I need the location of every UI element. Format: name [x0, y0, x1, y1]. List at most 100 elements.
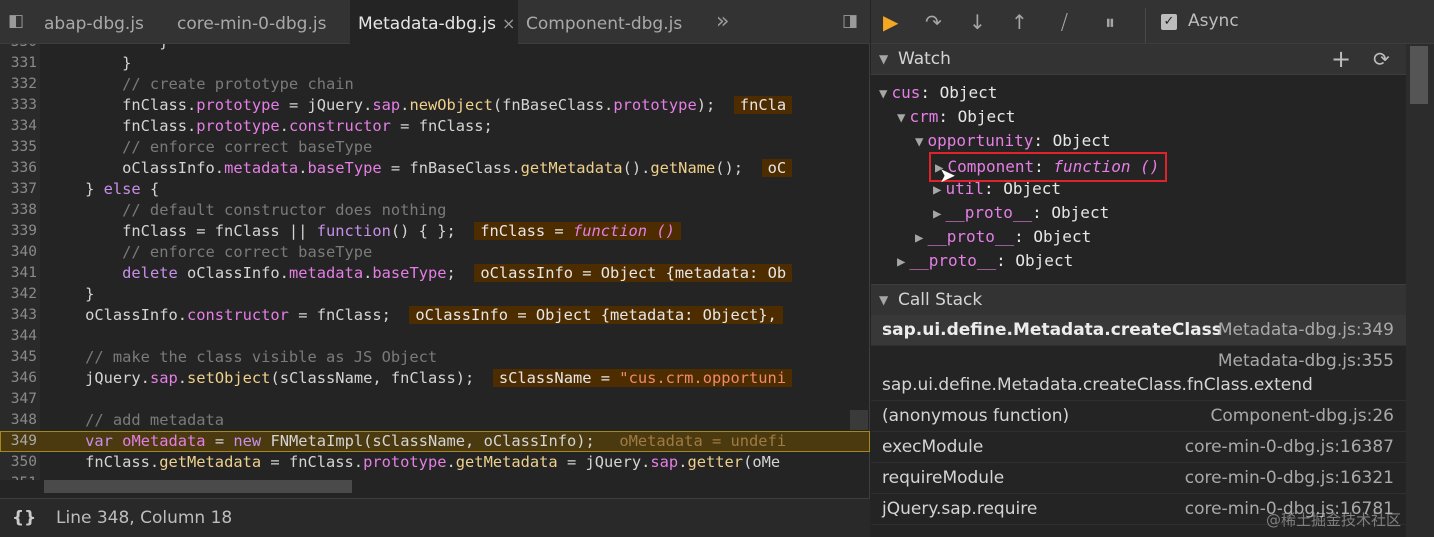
collapse-icon: ▼: [879, 52, 889, 66]
tab-metadata-dbg[interactable]: Metadata-dbg.js ×: [350, 0, 518, 44]
status-bar: {} Line 348, Column 18: [0, 498, 870, 537]
collapse-icon: ▼: [879, 293, 889, 307]
toggle-debugger-icon[interactable]: ◨: [842, 11, 858, 31]
call-frame[interactable]: requireModule core-min-0-dbg.js:16321: [871, 463, 1406, 494]
watch-item-proto[interactable]: ▶ __proto__: Object: [933, 201, 1109, 225]
line-number[interactable]: 351: [0, 473, 40, 480]
code-comment: // make the class visible as JS Object: [48, 348, 438, 366]
line-number[interactable]: 341: [0, 263, 40, 284]
line-number[interactable]: 333: [0, 95, 40, 116]
pretty-print-icon[interactable]: {}: [12, 499, 36, 537]
collapsed-icon: ▶: [915, 230, 924, 246]
collapsed-icon: ▶: [897, 254, 906, 270]
code-comment: // create prototype chain: [48, 75, 354, 93]
line-number[interactable]: 345: [0, 347, 40, 368]
code-line: 331 }: [0, 53, 870, 74]
horizontal-scrollbar[interactable]: [44, 480, 352, 493]
line-number[interactable]: 334: [0, 116, 40, 137]
code-line: 340 // enforce correct baseType: [0, 242, 870, 263]
vertical-scrollbar[interactable]: [1406, 44, 1434, 537]
collapsed-icon: ▶: [933, 206, 942, 222]
call-frame-active[interactable]: sap.ui.define.Metadata.createClass Metad…: [871, 315, 1406, 346]
frame-location[interactable]: Metadata-dbg.js:349: [1218, 315, 1394, 346]
code-line: 343 oClassInfo.constructor = fnClass; oC…: [0, 305, 870, 326]
watch-item-proto[interactable]: ▶ __proto__: Object: [915, 225, 1091, 249]
step-over-icon[interactable]: ↷: [925, 10, 942, 34]
code-comment: // add metadata: [48, 411, 225, 429]
call-frame[interactable]: (anonymous function) Component-dbg.js:26: [871, 401, 1406, 432]
tab-label: abap-dbg.js: [44, 14, 144, 34]
code-text: } else {: [48, 180, 160, 198]
code-line: 351: [0, 473, 870, 480]
source-editor-pane: ◧ abap-dbg.js core-min-0-dbg.js Metadata…: [0, 0, 870, 537]
line-number[interactable]: 343: [0, 305, 40, 326]
code-line: 339 fnClass = fnClass || function() { };…: [0, 221, 870, 242]
inline-value: oClassInfo = Object {metadata: Object},: [409, 306, 783, 324]
toggle-navigator-icon[interactable]: ◧: [8, 11, 24, 31]
frame-location[interactable]: core-min-0-dbg.js:16387: [1185, 432, 1394, 463]
line-number[interactable]: 332: [0, 74, 40, 95]
line-number[interactable]: 338: [0, 200, 40, 221]
watch-section-header[interactable]: ▼ Watch + ⟳: [871, 43, 1406, 75]
resume-icon[interactable]: ▶︎: [883, 10, 898, 34]
editor-tab-bar: ◧ abap-dbg.js core-min-0-dbg.js Metadata…: [0, 0, 870, 44]
code-text: }: [48, 54, 132, 72]
line-number[interactable]: 346: [0, 368, 40, 389]
line-number[interactable]: 337: [0, 179, 40, 200]
code-comment: // enforce correct baseType: [48, 243, 373, 261]
tab-abap-dbg[interactable]: abap-dbg.js: [44, 0, 144, 44]
more-tabs-icon[interactable]: »: [716, 9, 729, 34]
expanded-icon: ▼: [915, 134, 924, 150]
code-line: 338 // default constructor does nothing: [0, 200, 870, 221]
step-out-icon[interactable]: ↑: [1011, 10, 1028, 34]
watch-item-util[interactable]: ▶ util: Object: [933, 177, 1061, 201]
scroll-corner: [850, 410, 868, 430]
frame-location[interactable]: core-min-0-dbg.js:16321: [1185, 463, 1394, 494]
refresh-icon[interactable]: ⟳: [1373, 44, 1390, 74]
line-number[interactable]: 335: [0, 137, 40, 158]
line-number[interactable]: 347: [0, 389, 40, 410]
add-watch-icon[interactable]: +: [1331, 44, 1351, 74]
line-number[interactable]: 342: [0, 284, 40, 305]
step-into-icon[interactable]: ↓: [969, 10, 986, 34]
line-number[interactable]: 350: [0, 452, 40, 473]
tab-core-min-0-dbg[interactable]: core-min-0-dbg.js: [177, 0, 326, 44]
watch-item-crm[interactable]: ▼ crm: Object: [897, 105, 1015, 129]
code-line: 332 // create prototype chain: [0, 74, 870, 95]
watch-title: Watch: [898, 49, 951, 69]
watch-item-proto[interactable]: ▶ __proto__: Object: [897, 249, 1073, 273]
code-line: 342 }: [0, 284, 870, 305]
expanded-icon: ▼: [897, 110, 906, 126]
inline-value: fnClass = function (): [474, 222, 681, 240]
line-number[interactable]: 330: [0, 44, 40, 53]
code-line: 350 fnClass.getMetadata = fnClass.protot…: [0, 452, 870, 473]
code-text: oClassInfo.constructor = fnClass; oClass…: [48, 305, 783, 326]
line-number[interactable]: 348: [0, 410, 40, 431]
line-number[interactable]: 340: [0, 242, 40, 263]
deactivate-breakpoints-icon[interactable]: ⧸: [1061, 10, 1068, 34]
frame-function: sap.ui.define.Metadata.createClass: [882, 320, 1222, 340]
call-frame[interactable]: execModule core-min-0-dbg.js:16387: [871, 432, 1406, 463]
code-line: 330 }: [0, 44, 870, 53]
async-checkbox[interactable]: ✓: [1161, 14, 1177, 30]
line-number[interactable]: 331: [0, 53, 40, 74]
async-label: Async: [1188, 11, 1239, 31]
watch-item-opportunity[interactable]: ▼ opportunity: Object: [915, 129, 1110, 153]
tab-component-dbg[interactable]: Component-dbg.js: [526, 0, 682, 44]
line-number[interactable]: 344: [0, 326, 40, 347]
watch-item-cus[interactable]: ▼ cus: Object: [879, 81, 997, 105]
close-tab-icon[interactable]: ×: [502, 14, 515, 33]
line-number[interactable]: 336: [0, 158, 40, 179]
callstack-section-header[interactable]: ▼ Call Stack: [871, 284, 1406, 316]
call-frame[interactable]: Metadata-dbg.js:355 sap.ui.define.Metada…: [871, 346, 1406, 401]
frame-location[interactable]: Component-dbg.js:26: [1210, 401, 1394, 432]
code-comment: // enforce correct baseType: [48, 138, 373, 156]
pause-on-exceptions-icon[interactable]: ⏸: [1105, 10, 1115, 34]
code-view[interactable]: 330 } 331 } 332 // create prototype chai…: [0, 44, 870, 480]
scrollbar-thumb[interactable]: [1410, 46, 1428, 104]
code-text: jQuery.sap.setObject(sClassName, fnClass…: [48, 368, 793, 389]
line-number[interactable]: 339: [0, 221, 40, 242]
inline-value: sClassName = "cus.crm.opportuni: [492, 369, 793, 387]
inline-value: oClassInfo = Object {metadata: Ob: [474, 264, 793, 282]
line-number[interactable]: 349: [0, 431, 40, 452]
